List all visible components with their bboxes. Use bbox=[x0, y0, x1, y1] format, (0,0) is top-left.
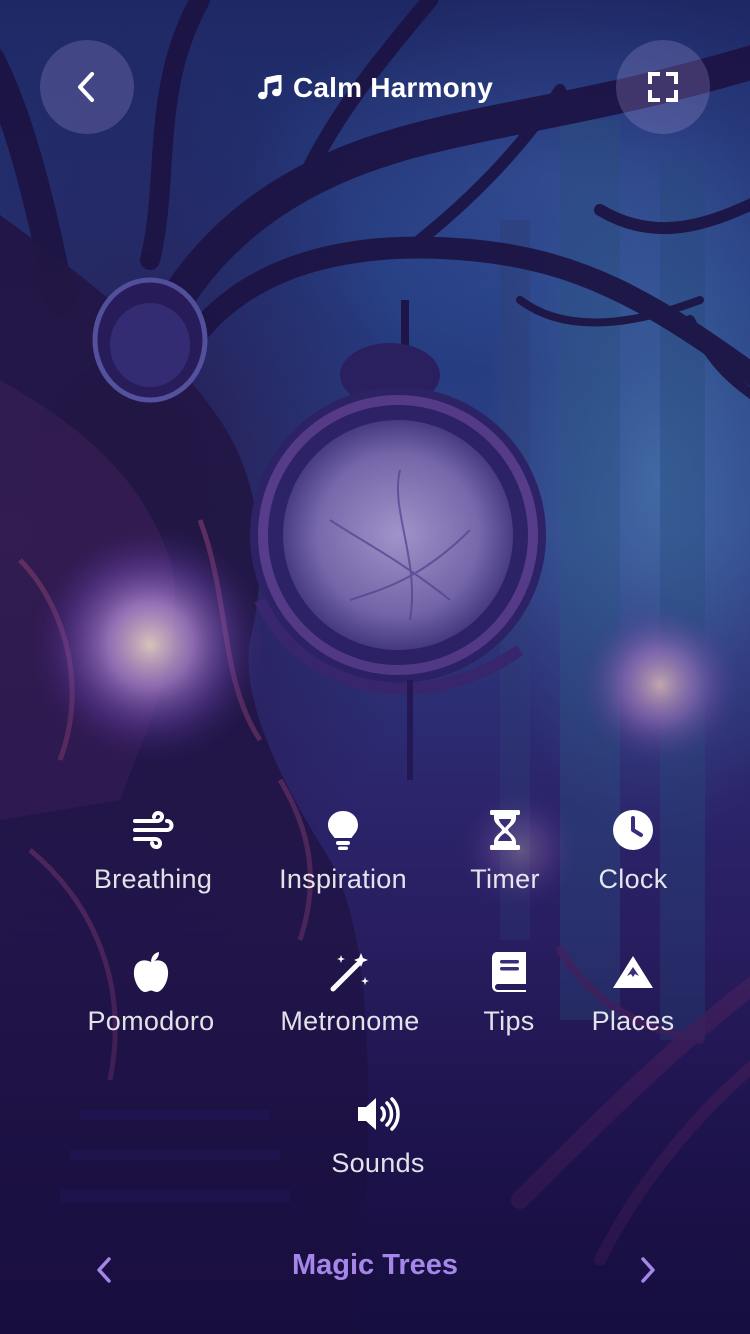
feature-label: Pomodoro bbox=[87, 1006, 215, 1036]
feature-pomodoro[interactable]: Pomodoro bbox=[78, 950, 224, 1037]
feature-label: Metronome bbox=[280, 1006, 420, 1036]
title-text: Calm Harmony bbox=[292, 72, 493, 103]
feature-tips[interactable]: Tips bbox=[470, 950, 548, 1037]
fullscreen-button[interactable] bbox=[616, 40, 710, 134]
fullscreen-icon bbox=[648, 72, 678, 102]
feature-inspiration[interactable]: Inspiration bbox=[268, 808, 418, 895]
feature-label: Tips bbox=[483, 1006, 535, 1036]
mountain-icon bbox=[613, 956, 653, 988]
feature-label: Clock bbox=[598, 864, 668, 894]
feature-label: Sounds bbox=[331, 1148, 425, 1178]
feature-places[interactable]: Places bbox=[584, 950, 682, 1037]
feature-timer[interactable]: Timer bbox=[462, 808, 548, 895]
feature-label: Places bbox=[591, 1006, 675, 1036]
apple-icon bbox=[133, 952, 169, 992]
feature-breathing[interactable]: Breathing bbox=[84, 808, 222, 895]
feature-clock[interactable]: Clock bbox=[590, 808, 676, 895]
clock-icon bbox=[613, 810, 653, 850]
feature-label: Inspiration bbox=[279, 864, 407, 894]
feature-label: Timer bbox=[470, 864, 540, 894]
next-scene-button[interactable] bbox=[628, 1245, 668, 1295]
feature-label: Breathing bbox=[93, 864, 213, 894]
lightbulb-icon bbox=[328, 811, 358, 850]
chevron-right-icon bbox=[641, 1257, 655, 1283]
hourglass-icon bbox=[490, 810, 520, 850]
music-note-icon bbox=[257, 75, 282, 100]
feature-sounds[interactable]: Sounds bbox=[320, 1092, 436, 1179]
magic-wand-icon bbox=[330, 953, 369, 992]
wind-icon bbox=[133, 810, 174, 850]
speaker-icon bbox=[358, 1097, 400, 1131]
book-icon bbox=[492, 952, 526, 992]
feature-metronome[interactable]: Metronome bbox=[268, 950, 432, 1037]
